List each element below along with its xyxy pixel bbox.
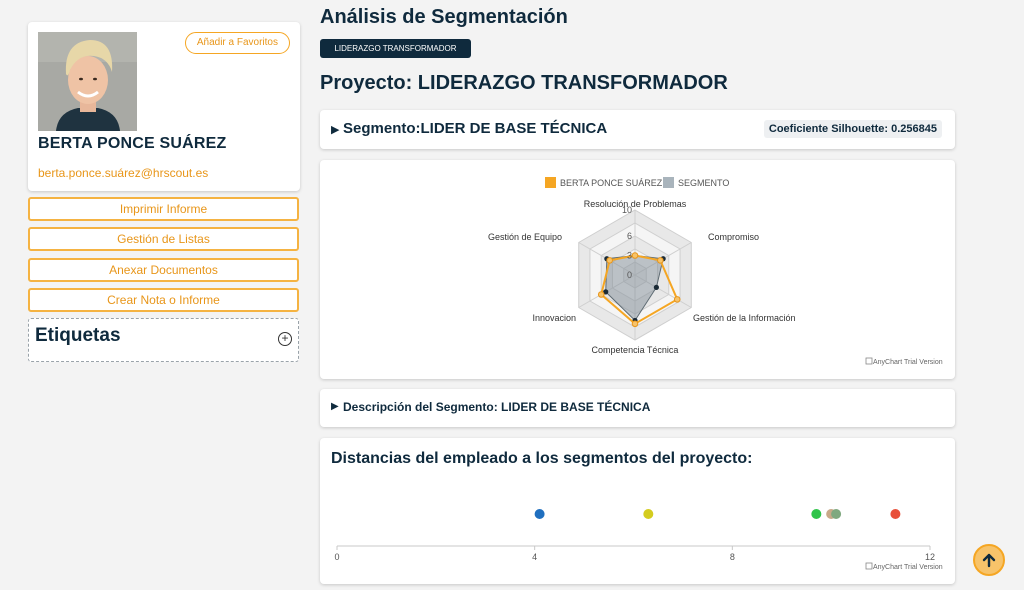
radar-category-label: Gestión de Equipo [488, 232, 562, 242]
segment-name: Segmento:LIDER DE BASE TÉCNICA [343, 120, 608, 137]
employee-point [657, 257, 664, 264]
add-tag-icon[interactable]: + [278, 332, 292, 346]
avatar [38, 32, 137, 131]
employee-email[interactable]: berta.ponce.suárez@hrscout.es [38, 166, 208, 180]
legend-swatch [663, 177, 674, 188]
legend-swatch [545, 177, 556, 188]
scroll-top-button[interactable] [973, 544, 1005, 576]
distance-tick-label: 0 [334, 552, 339, 562]
employee-point [631, 252, 639, 259]
distance-chart: 0 4 8 12 AnyChart Trial Version [334, 509, 943, 571]
distance-point [643, 509, 654, 519]
radar-tick-label: 6 [627, 231, 632, 241]
radar-tick-label: 3 [627, 251, 632, 261]
expand-triangle-icon[interactable]: ▶ [331, 401, 339, 412]
project-badge[interactable]: LIDERAZGO TRANSFORMADOR [320, 39, 471, 58]
radar-category-label: Compromiso [708, 232, 759, 242]
employee-name: BERTA PONCE SUÁREZ [38, 135, 227, 152]
radar-category-label: Competencia Técnica [592, 345, 679, 355]
employee-point [631, 320, 639, 328]
legend-label: BERTA PONCE SUÁREZ [560, 178, 663, 188]
radar-chart-card: BERTA PONCE SUÁREZ SEGMENTO 10 6 3 0 Resolució… [320, 160, 955, 379]
create-note-button[interactable]: Crear Nota o Informe [28, 288, 299, 312]
add-favorites-button[interactable]: Añadir a Favoritos [184, 32, 290, 54]
distance-tick-label: 4 [532, 552, 537, 562]
legend-label: SEGMENTO [678, 178, 729, 188]
radar-chart: BERTA PONCE SUÁREZ SEGMENTO10630Resolució… [488, 177, 943, 366]
distance-tick-label: 8 [730, 552, 735, 562]
employee-point [597, 291, 605, 298]
attach-documents-button[interactable]: Anexar Documentos [28, 258, 299, 282]
distance-tick-label: 12 [925, 552, 935, 562]
tags-title: Etiquetas [35, 325, 121, 346]
print-report-button[interactable]: Imprimir Informe [28, 197, 299, 221]
employee-point [673, 296, 681, 303]
description-label: Descripción del Segmento: LIDER DE BASE … [343, 400, 651, 414]
distance-point [831, 509, 842, 519]
expand-triangle-icon[interactable]: ▶ [331, 123, 339, 136]
profile-card: Añadir a Favoritos BERTA PONCE SUÁREZ be… [28, 22, 300, 191]
list-management-button[interactable]: Gestión de Listas [28, 227, 299, 251]
anychart-icon [865, 357, 873, 365]
trial-watermark: AnyChart Trial Version [873, 359, 943, 366]
radar-category-label: Resolución de Problemas [584, 199, 687, 209]
tags-panel: Etiquetas + [28, 318, 299, 362]
segment-description[interactable]: ▶ Descripción del Segmento: LIDER DE BAS… [320, 389, 955, 427]
anychart-icon [865, 562, 873, 570]
segment-summary[interactable]: ▶ Segmento:LIDER DE BASE TÉCNICA Coefici… [320, 110, 955, 149]
silhouette-badge: Coeficiente Silhouette: 0.256845 [763, 120, 942, 138]
employee-point [606, 257, 613, 264]
distance-point [890, 509, 901, 519]
project-title: Proyecto: LIDERAZGO TRANSFORMADOR [320, 72, 728, 94]
page-title: Análisis de Segmentación [320, 6, 568, 28]
segment-point [653, 284, 659, 290]
radar-category-label: Gestión de la Información [693, 313, 796, 323]
arrow-up-icon [982, 553, 996, 568]
radar-tick-label: 0 [627, 270, 632, 280]
radar-category-label: Innovacion [532, 313, 576, 323]
distance-point [811, 509, 822, 519]
avatar-photo [38, 32, 137, 131]
trial-watermark: AnyChart Trial Version [873, 564, 943, 571]
distances-card: Distancias del empleado a los segmentos … [320, 438, 955, 584]
distance-point [534, 509, 545, 519]
